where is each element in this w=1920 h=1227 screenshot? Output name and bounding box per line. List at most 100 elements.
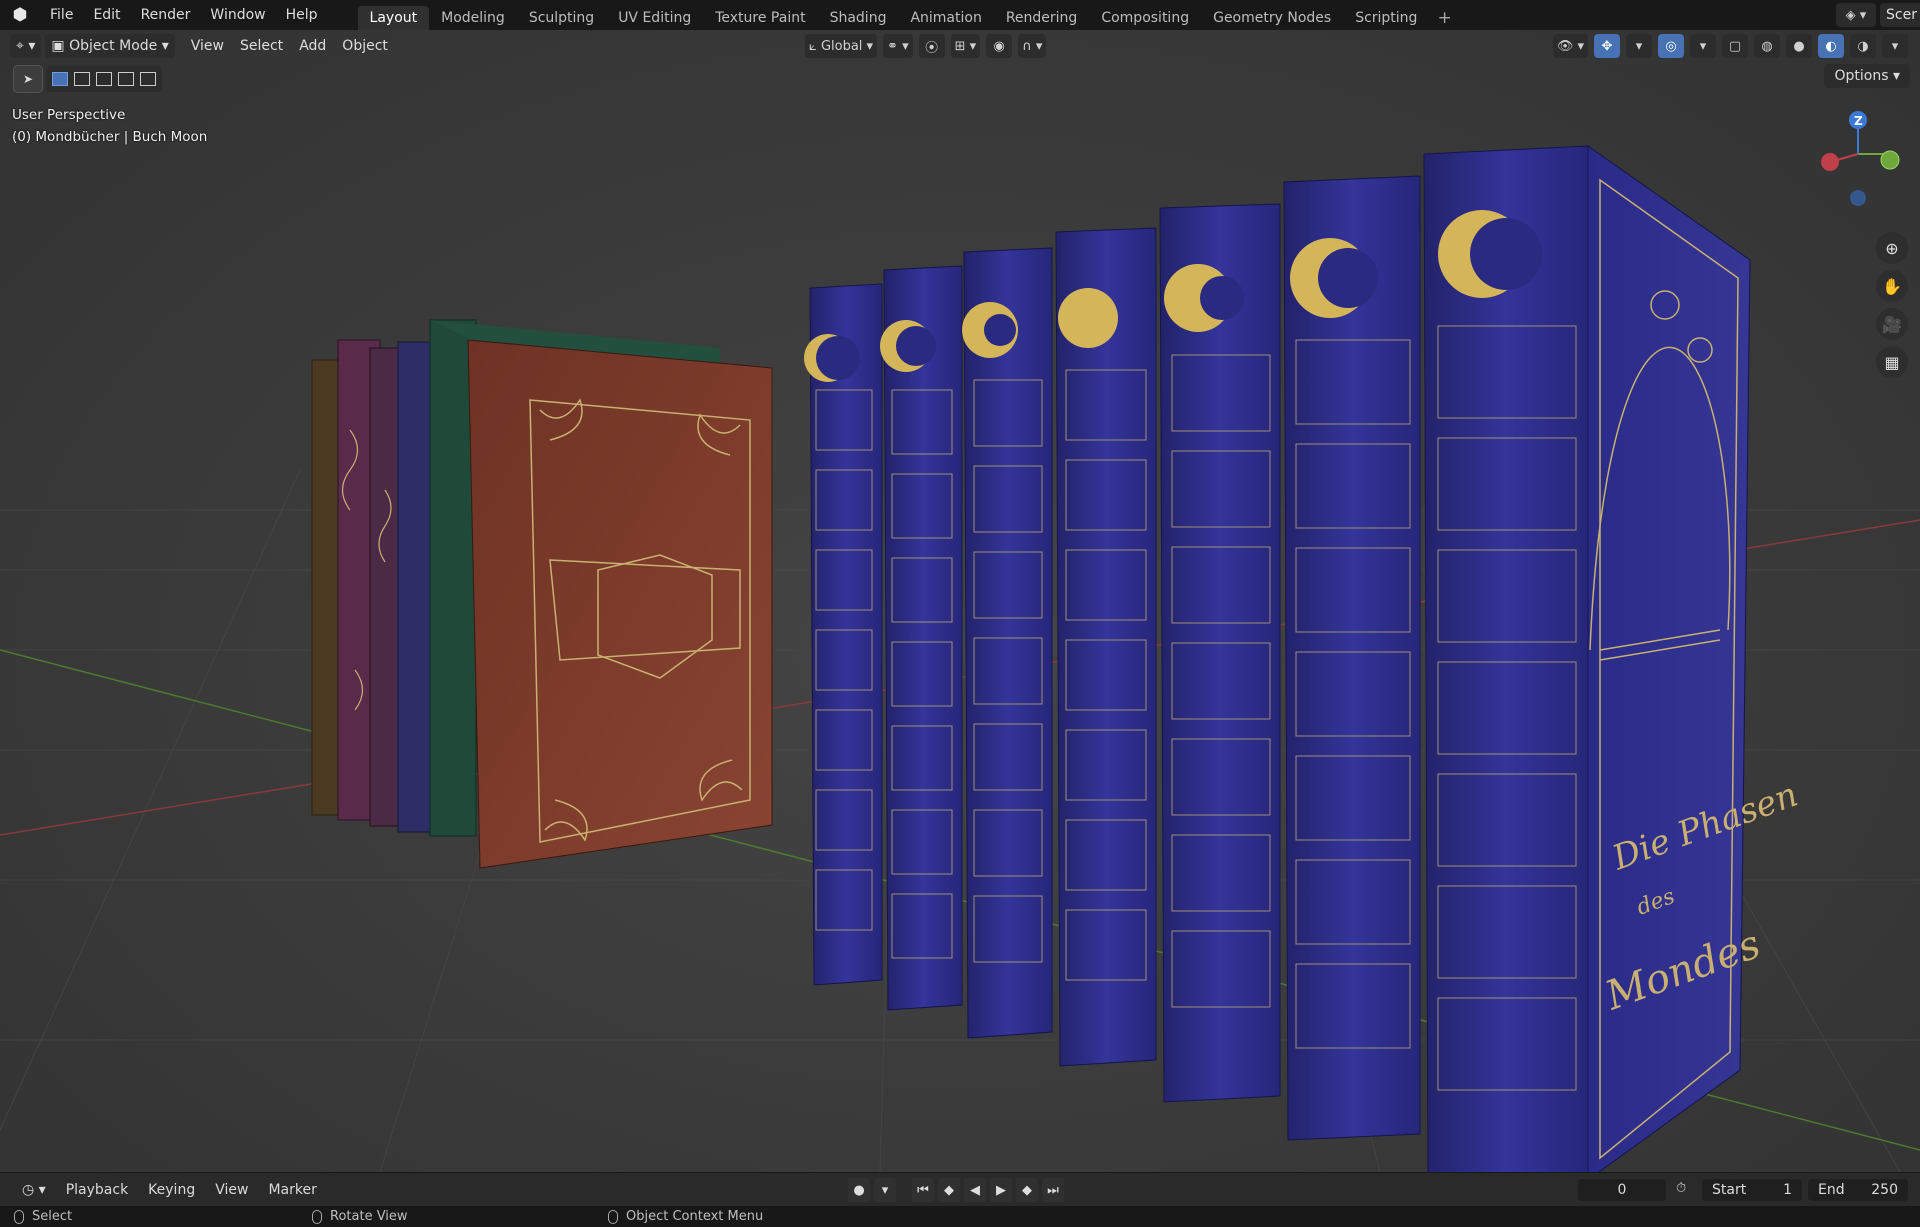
options-label: Options: [1834, 68, 1889, 84]
menu-window[interactable]: Window: [200, 0, 275, 30]
left-books: [311, 319, 773, 869]
add-workspace-button[interactable]: +: [1429, 6, 1459, 30]
menu-render[interactable]: Render: [131, 0, 201, 30]
overlay-dropdown[interactable]: ▾: [1690, 34, 1716, 58]
tab-uv-editing[interactable]: UV Editing: [606, 6, 703, 30]
mode-label: Object Mode: [69, 38, 158, 54]
selection-mode-group: [46, 66, 162, 92]
blender-icon[interactable]: ⬢: [0, 0, 40, 30]
editor-type-button[interactable]: ⌖ ▾: [10, 34, 42, 58]
pivot-point-button[interactable]: ⚭ ▾: [883, 34, 913, 58]
viewport-display-tools: 👁 ▾ ✥ ▾ ◎ ▾ ▢ ◍ ● ◐ ◑ ▾: [1552, 34, 1908, 58]
overlay-toggle-button[interactable]: ◎: [1658, 34, 1684, 58]
visibility-button[interactable]: 👁 ▾: [1552, 34, 1588, 58]
select-intersect-icon[interactable]: [140, 72, 156, 86]
tab-texture-paint[interactable]: Texture Paint: [703, 6, 817, 30]
options-dropdown[interactable]: Options ▾: [1824, 64, 1910, 88]
viewport-menu: View Select Add Object: [183, 38, 396, 54]
shading-dropdown[interactable]: ▾: [1882, 34, 1908, 58]
start-label: Start: [1712, 1182, 1747, 1198]
x-axis-handle: [1821, 153, 1839, 171]
object-info-label: (0) Mondbücher | Buch Moon: [12, 129, 208, 145]
proportional-edit-button[interactable]: ◉: [986, 34, 1013, 58]
snap-toggle-button[interactable]: ⦿: [918, 34, 945, 58]
perspective-label: User Perspective: [12, 107, 126, 123]
tab-layout[interactable]: Layout: [357, 5, 430, 30]
scene-name-field[interactable]: Scer: [1880, 3, 1920, 27]
zoom-icon[interactable]: ⊕: [1876, 232, 1908, 264]
orientation-label: Global: [820, 38, 863, 54]
3d-viewport[interactable]: Die Phasen des Mondes ⌖ ▾ ▣ Object Mode …: [0, 30, 1920, 1172]
select-invert-icon[interactable]: [118, 72, 134, 86]
jump-end-icon[interactable]: ⏭: [1042, 1178, 1064, 1202]
cursor-icon: ➤: [22, 72, 34, 86]
tool-settings: ➤: [13, 65, 162, 93]
status-context-label: Object Context Menu: [626, 1209, 764, 1224]
menu-help[interactable]: Help: [276, 0, 328, 30]
menu-object[interactable]: Object: [334, 38, 396, 54]
menu-marker[interactable]: Marker: [258, 1182, 326, 1198]
select-new-icon[interactable]: [52, 72, 68, 86]
transform-orientation-dropdown[interactable]: ⟀ Global ▾: [805, 34, 878, 58]
select-extend-icon[interactable]: [74, 72, 90, 86]
solid-shading-button[interactable]: ●: [1786, 34, 1812, 58]
next-keyframe-icon[interactable]: ◆: [1016, 1178, 1038, 1202]
end-frame-field[interactable]: End 250: [1808, 1179, 1908, 1201]
top-menu-bar: ⬢ File Edit Render Window Help Layout Mo…: [0, 0, 1920, 30]
menu-add[interactable]: Add: [291, 38, 334, 54]
start-frame-field[interactable]: Start 1: [1702, 1179, 1802, 1201]
select-subtract-icon[interactable]: [96, 72, 112, 86]
stopwatch-icon[interactable]: ⏱: [1676, 1181, 1686, 1196]
tab-rendering[interactable]: Rendering: [994, 6, 1090, 30]
scene-render: Die Phasen des Mondes: [0, 145, 1920, 1172]
play-icon[interactable]: ▶: [990, 1178, 1012, 1202]
pan-hand-icon[interactable]: ✋: [1876, 270, 1908, 302]
tab-geometry-nodes[interactable]: Geometry Nodes: [1201, 6, 1343, 30]
navigation-gizmo[interactable]: Z ⊕ ✋ 🎥 ▦: [1810, 102, 1920, 402]
menu-view[interactable]: View: [183, 38, 232, 54]
material-shading-button[interactable]: ◐: [1818, 34, 1844, 58]
viewport-header: ⌖ ▾ ▣ Object Mode ▾ View Select Add Obje…: [0, 30, 1920, 62]
jump-start-icon[interactable]: ⏮: [912, 1178, 934, 1202]
mode-dropdown[interactable]: ▣ Object Mode ▾: [45, 34, 175, 58]
select-tool-button[interactable]: ➤: [13, 65, 43, 93]
camera-icon[interactable]: 🎥: [1876, 308, 1908, 340]
start-value: 1: [1783, 1182, 1792, 1198]
play-reverse-icon[interactable]: ◀: [964, 1178, 986, 1202]
xray-toggle-button[interactable]: ▢: [1722, 34, 1748, 58]
left-mouse-icon: [14, 1209, 24, 1224]
menu-playback[interactable]: Playback: [56, 1182, 138, 1198]
tab-scripting[interactable]: Scripting: [1343, 6, 1429, 30]
gizmo-dropdown[interactable]: ▾: [1626, 34, 1652, 58]
menu-file[interactable]: File: [40, 0, 83, 30]
snap-target-button[interactable]: ⊞ ▾: [950, 34, 981, 58]
prev-keyframe-icon[interactable]: ◆: [938, 1178, 960, 1202]
workspace-tabs: Layout Modeling Sculpting UV Editing Tex…: [357, 1, 1460, 30]
gizmo-toggle-button[interactable]: ✥: [1594, 34, 1620, 58]
viewport-info: User Perspective (0) Mondbücher | Buch M…: [12, 104, 207, 148]
record-dropdown[interactable]: ▾: [874, 1178, 896, 1202]
current-frame-field[interactable]: 0: [1578, 1179, 1666, 1201]
scene-icon[interactable]: ◈ ▾: [1836, 3, 1876, 27]
tab-animation[interactable]: Animation: [898, 6, 993, 30]
menu-select[interactable]: Select: [232, 38, 291, 54]
menu-edit[interactable]: Edit: [83, 0, 130, 30]
rendered-shading-button[interactable]: ◑: [1850, 34, 1876, 58]
status-context: Object Context Menu: [608, 1209, 763, 1224]
menu-keying[interactable]: Keying: [138, 1182, 205, 1198]
end-label: End: [1818, 1182, 1845, 1198]
grid-perspective-icon[interactable]: ▦: [1876, 346, 1908, 378]
tab-sculpting[interactable]: Sculpting: [517, 6, 606, 30]
wireframe-shading-button[interactable]: ◍: [1754, 34, 1780, 58]
record-icon[interactable]: ●: [848, 1178, 870, 1202]
tab-compositing[interactable]: Compositing: [1089, 6, 1201, 30]
status-rotate-label: Rotate View: [330, 1209, 408, 1224]
status-select-label: Select: [32, 1209, 73, 1224]
timeline-menu: ◷ ▾ Playback Keying View Marker: [12, 1182, 327, 1198]
tab-shading[interactable]: Shading: [818, 6, 899, 30]
menu-timeline-view[interactable]: View: [205, 1182, 258, 1198]
timeline-editor-icon[interactable]: ◷ ▾: [12, 1182, 56, 1198]
object-mode-icon: ▣: [51, 38, 65, 54]
falloff-button[interactable]: ∩ ▾: [1018, 34, 1047, 58]
tab-modeling[interactable]: Modeling: [429, 6, 517, 30]
